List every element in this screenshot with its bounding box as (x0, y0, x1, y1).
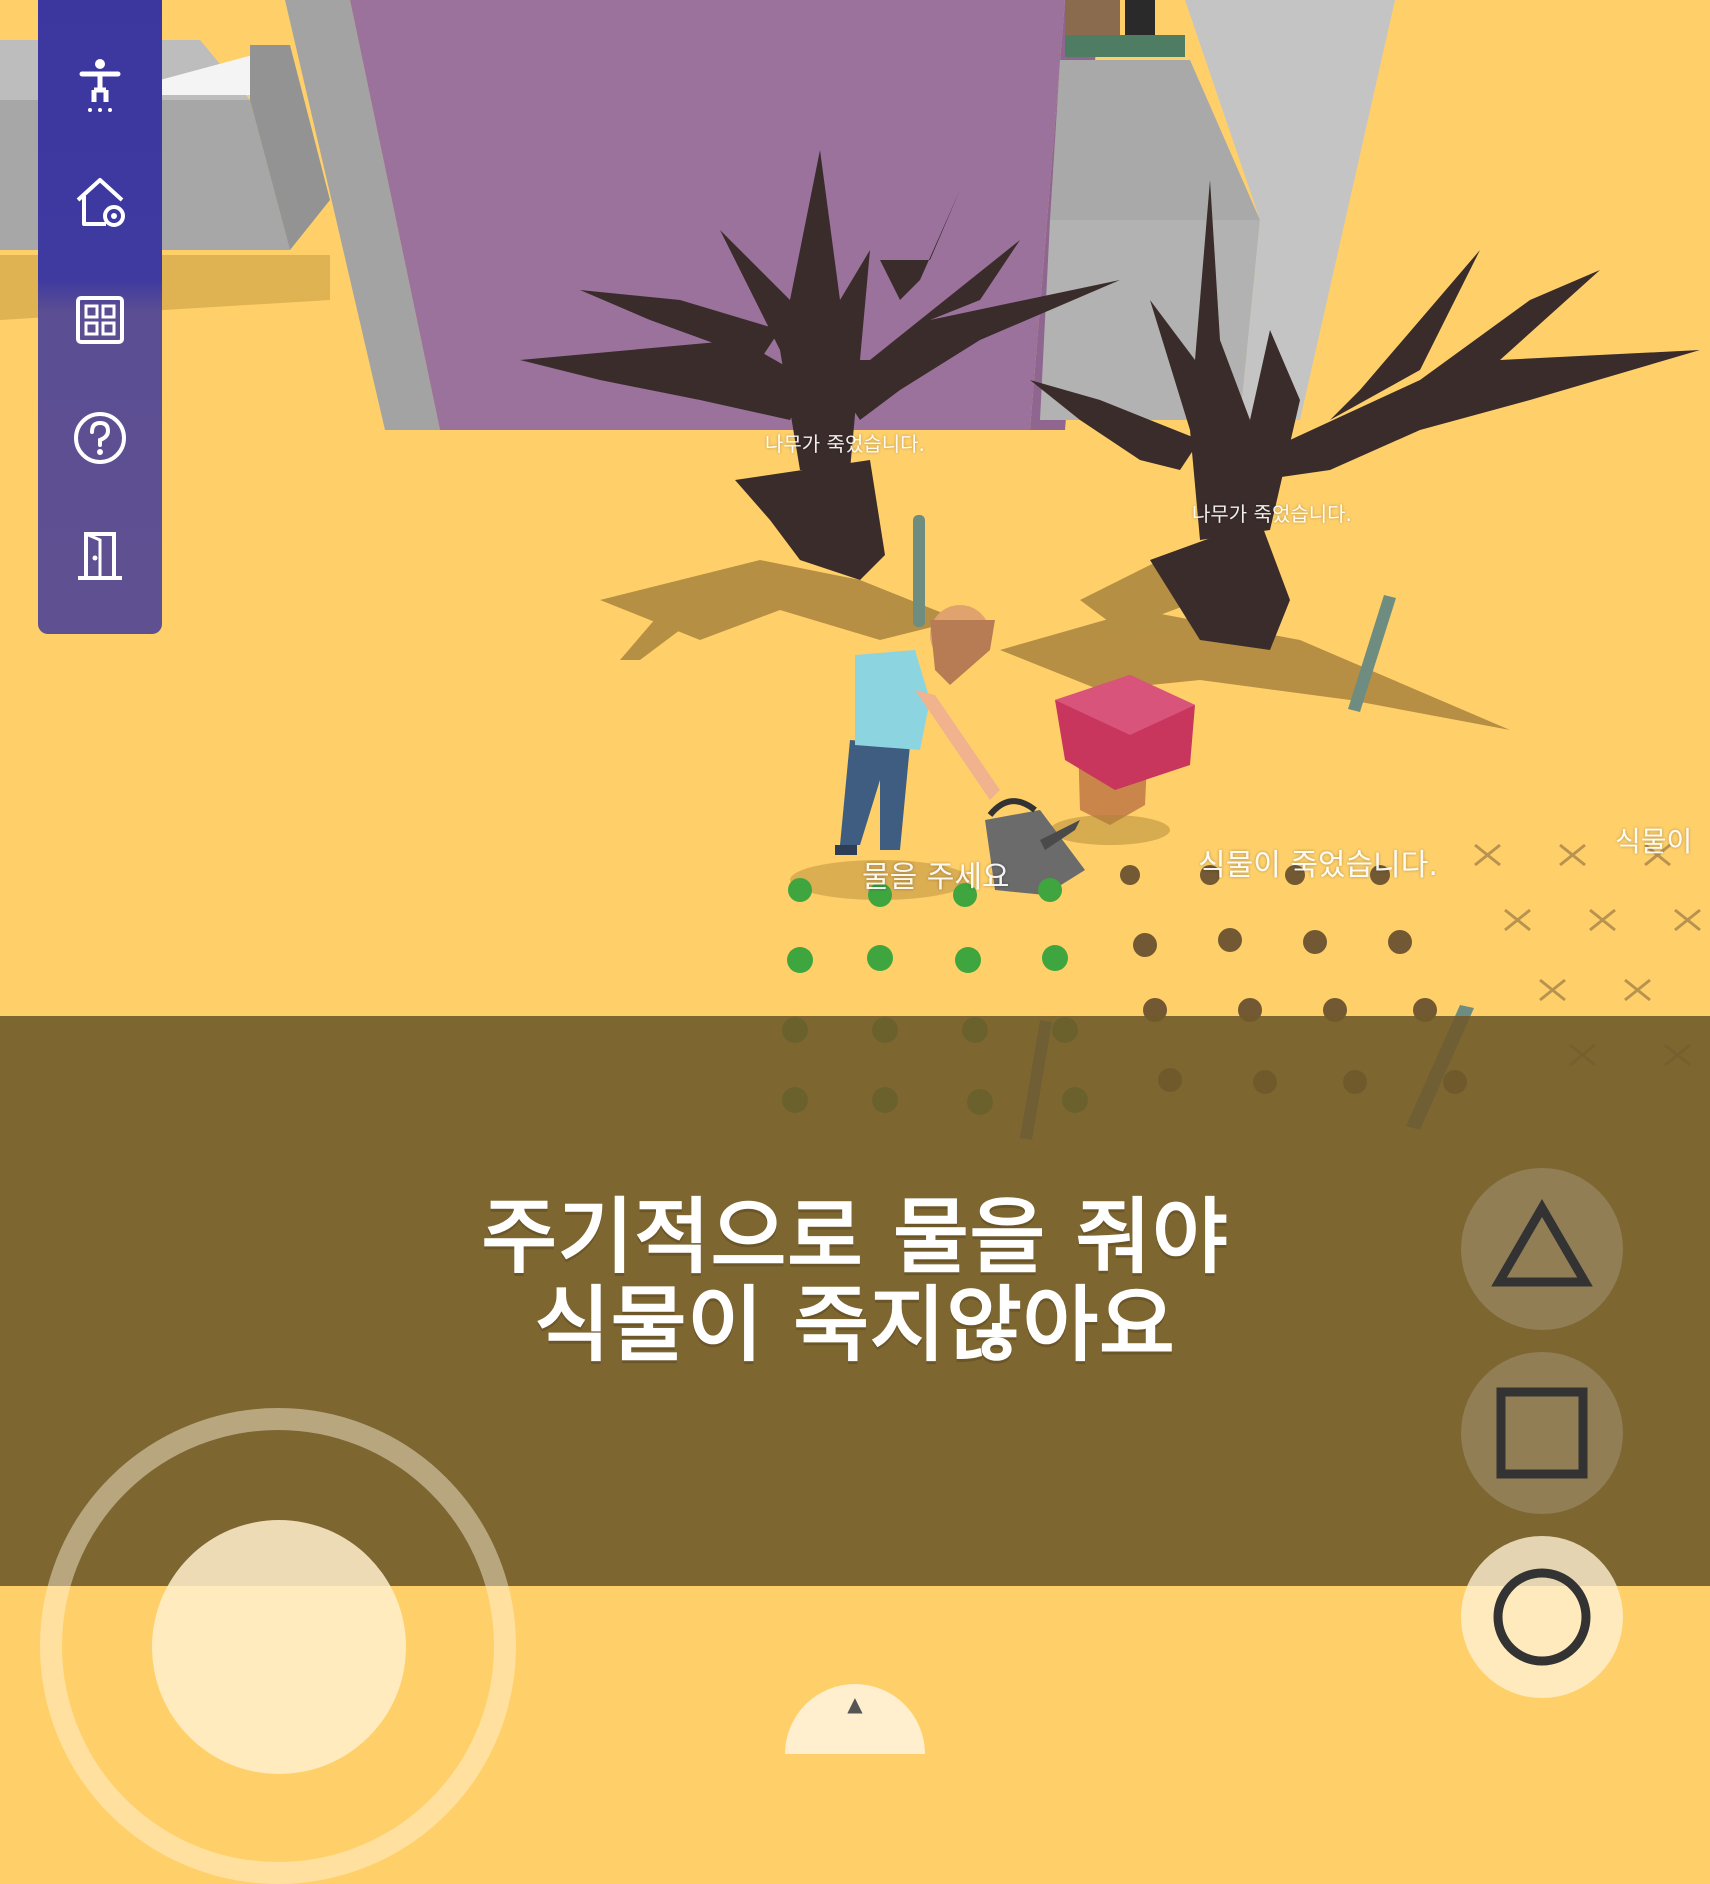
tree-status-label-1: 나무가 죽었습니다. (765, 432, 925, 456)
tutorial-line-1: 주기적으로 물을 줘야 (481, 1190, 1229, 1285)
tutorial-message: 주기적으로 물을 줘야 식물이 죽지않아요 (0, 1194, 1710, 1370)
character-button[interactable] (62, 46, 138, 122)
plant-status-label: 식물이 죽었습니다. (1198, 848, 1438, 883)
square-button[interactable] (1461, 1352, 1623, 1514)
grid-button[interactable] (62, 282, 138, 358)
circle-icon (1493, 1568, 1591, 1666)
grid-icon (76, 296, 124, 344)
triangle-icon (1491, 1199, 1593, 1287)
square-icon (1496, 1387, 1588, 1479)
help-button[interactable] (62, 400, 138, 476)
help-icon (74, 412, 126, 464)
plant-status-label-partial: 식물이 (1615, 825, 1693, 858)
house-button[interactable] (62, 164, 138, 240)
water-request-label: 물을 주세요 (862, 860, 1010, 895)
circle-button[interactable] (1461, 1536, 1623, 1698)
tutorial-line-2: 식물이 죽지않아요 (534, 1278, 1176, 1373)
joystick-knob[interactable] (152, 1520, 406, 1774)
exit-button[interactable] (62, 518, 138, 594)
person-icon (79, 59, 121, 112)
house-gear-icon (76, 178, 125, 227)
triangle-button[interactable] (1461, 1168, 1623, 1330)
chevron-up-icon: ▲ (847, 1692, 863, 1716)
door-icon (78, 532, 122, 580)
tree-status-label-2: 나무가 죽었습니다. (1192, 502, 1352, 526)
side-menu (38, 0, 162, 634)
